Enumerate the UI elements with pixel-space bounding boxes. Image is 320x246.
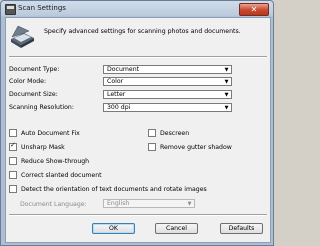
unsharp-mask-checkbox[interactable]: ✓ Unsharp Mask xyxy=(9,141,65,151)
separator xyxy=(9,56,267,58)
checkbox-box[interactable] xyxy=(9,129,17,137)
document-type-label: Document Type: xyxy=(9,66,60,73)
checkbox-box[interactable] xyxy=(9,157,17,165)
correct-slanted-label: Correct slanted document xyxy=(21,171,102,179)
checkbox-box[interactable] xyxy=(148,143,156,151)
correct-slanted-checkbox[interactable]: Correct slanted document xyxy=(9,171,102,179)
chevron-down-icon: ▼ xyxy=(224,78,229,85)
checkmark-icon: ✓ xyxy=(10,141,16,149)
scanner-icon xyxy=(11,25,34,48)
scanning-resolution-select[interactable]: 300 dpi ▼ xyxy=(103,103,232,112)
document-size-select[interactable]: Letter ▼ xyxy=(103,90,232,99)
window-title: Scan Settings xyxy=(18,4,66,12)
detect-orientation-checkbox[interactable]: Detect the orientation of text documents… xyxy=(9,185,207,193)
checkbox-box[interactable] xyxy=(9,171,17,179)
reduce-show-through-label: Reduce Show-through xyxy=(21,157,90,165)
color-mode-select[interactable]: Color ▼ xyxy=(103,77,232,86)
chevron-down-icon: ▼ xyxy=(224,66,229,73)
remove-gutter-shadow-checkbox[interactable]: Remove gutter shadow xyxy=(148,143,232,151)
descreen-label: Descreen xyxy=(160,129,190,137)
cancel-button[interactable]: Cancel xyxy=(155,223,198,234)
scan-settings-window: Scan Settings ✕ Specify advanced setting… xyxy=(0,0,274,246)
document-type-select[interactable]: Document ▼ xyxy=(103,65,232,74)
remove-gutter-shadow-label: Remove gutter shadow xyxy=(160,143,232,151)
scanning-resolution-value: 300 dpi xyxy=(107,104,131,111)
document-language-label: Document Language: xyxy=(20,201,87,208)
document-size-label: Document Size: xyxy=(9,91,58,98)
scanning-resolution-label: Scanning Resolution: xyxy=(9,104,74,111)
chevron-down-icon: ▼ xyxy=(187,200,192,207)
checkbox-box[interactable]: ✓ xyxy=(9,141,17,151)
color-mode-label: Color Mode: xyxy=(9,78,47,85)
app-icon xyxy=(5,4,16,15)
document-language-select[interactable]: English ▼ xyxy=(103,199,195,208)
reduce-show-through-checkbox[interactable]: Reduce Show-through xyxy=(9,157,89,165)
detect-orientation-label: Detect the orientation of text documents… xyxy=(21,185,207,193)
chevron-down-icon: ▼ xyxy=(224,104,229,111)
color-mode-value: Color xyxy=(107,78,124,85)
intro-text: Specify advanced settings for scanning p… xyxy=(44,28,241,35)
auto-document-fix-checkbox[interactable]: Auto Document Fix xyxy=(9,129,80,137)
checkbox-box[interactable] xyxy=(9,185,17,193)
document-language-value: English xyxy=(107,200,130,207)
document-size-value: Letter xyxy=(107,91,126,98)
descreen-checkbox[interactable]: Descreen xyxy=(148,129,189,137)
ok-button[interactable]: OK xyxy=(92,223,135,234)
dialog-body: Specify advanced settings for scanning p… xyxy=(5,17,271,243)
title-bar[interactable]: Scan Settings ✕ xyxy=(1,1,273,17)
defaults-button[interactable]: Defaults xyxy=(220,223,263,234)
separator xyxy=(9,214,267,216)
close-button[interactable]: ✕ xyxy=(239,3,269,16)
unsharp-mask-label: Unsharp Mask xyxy=(21,143,65,151)
chevron-down-icon: ▼ xyxy=(224,91,229,98)
document-type-value: Document xyxy=(107,66,140,73)
checkbox-box[interactable] xyxy=(148,129,156,137)
auto-document-fix-label: Auto Document Fix xyxy=(21,129,80,137)
